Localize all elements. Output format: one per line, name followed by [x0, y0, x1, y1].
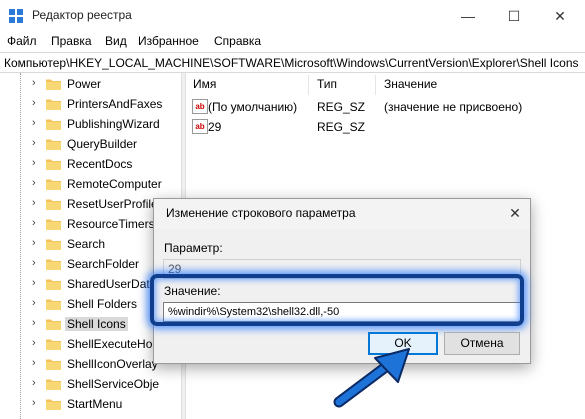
folder-icon [46, 159, 61, 170]
tree-item-label: ShellIconOverlay [67, 357, 158, 371]
chevron-right-icon[interactable]: › [32, 397, 36, 409]
chevron-right-icon[interactable]: › [32, 317, 36, 329]
menu-bar: Файл Правка Вид Избранное Справка [0, 32, 585, 52]
tree-item[interactable]: › RecentDocs [28, 154, 181, 174]
tree-item-label: ShellExecuteHo [67, 337, 153, 351]
chevron-right-icon[interactable]: › [32, 297, 36, 309]
folder-icon [46, 139, 61, 150]
column-header-value[interactable]: Значение [384, 77, 437, 95]
chevron-right-icon[interactable]: › [32, 197, 36, 209]
folder-icon [46, 259, 61, 270]
regedit-app-icon [9, 9, 23, 23]
address-bar[interactable]: Компьютер\HKEY_LOCAL_MACHINE\SOFTWARE\Mi… [0, 52, 585, 73]
window-title: Редактор реестра [32, 8, 132, 22]
tree-item-label: StartMenu [67, 397, 123, 411]
tree-item-label: SearchFolder [67, 257, 140, 271]
tree-item[interactable]: › QueryBuilder [28, 134, 181, 154]
tree-item[interactable]: › PrintersAndFaxes [28, 94, 181, 114]
tree-item[interactable]: › Power [28, 74, 181, 94]
menu-favorites[interactable]: Избранное [138, 34, 199, 48]
menu-file[interactable]: Файл [7, 34, 37, 48]
row-value: (значение не присвоено) [384, 100, 523, 114]
chevron-right-icon[interactable]: › [32, 217, 36, 229]
chevron-right-icon[interactable]: › [32, 377, 36, 389]
maximize-button[interactable]: ☐ [491, 0, 537, 32]
tree-item[interactable]: › RemoteComputer [28, 174, 181, 194]
chevron-right-icon[interactable]: › [32, 357, 36, 369]
string-value-icon: ab [192, 119, 208, 134]
folder-icon [46, 399, 61, 410]
tree-item[interactable]: › StartMenu [28, 394, 181, 414]
column-header-name[interactable]: Имя [193, 77, 216, 95]
pointer-arrow-icon [333, 348, 410, 408]
folder-icon [46, 359, 61, 370]
list-row[interactable]: ab (По умолчанию) REG_SZ (значение не пр… [186, 97, 585, 117]
folder-icon [46, 99, 61, 110]
folder-icon [46, 219, 61, 230]
tree-item-label: ShellServiceObje [67, 377, 160, 391]
folder-icon [46, 379, 61, 390]
column-separator[interactable] [375, 75, 376, 95]
minimize-button[interactable]: — [445, 0, 491, 32]
close-button[interactable]: ✕ [537, 0, 583, 32]
tree-item-label: Power [67, 77, 102, 91]
folder-icon [46, 319, 61, 330]
chevron-right-icon[interactable]: › [32, 117, 36, 129]
column-separator[interactable] [308, 75, 309, 95]
row-name: 29 [208, 120, 222, 134]
folder-icon [46, 239, 61, 250]
list-row[interactable]: ab 29 REG_SZ [186, 117, 585, 137]
tree-item-label: SharedUserData [67, 277, 157, 291]
tree-item[interactable]: › PublishingWizard [28, 114, 181, 134]
chevron-right-icon[interactable]: › [32, 337, 36, 349]
chevron-right-icon[interactable]: › [32, 137, 36, 149]
folder-icon [46, 339, 61, 350]
tree-item-label: Shell Folders [67, 297, 138, 311]
chevron-right-icon[interactable]: › [32, 177, 36, 189]
tree-item-label: RemoteComputer [67, 177, 162, 191]
highlight-frame [150, 274, 524, 326]
menu-help[interactable]: Справка [214, 34, 261, 48]
menu-edit[interactable]: Правка [51, 34, 92, 48]
tree-item-label: QueryBuilder [67, 137, 138, 151]
dialog-close-button[interactable]: ✕ [504, 202, 526, 224]
folder-icon [46, 199, 61, 210]
tree-item-label: Search [67, 237, 106, 251]
tree-guide-line [20, 73, 21, 419]
chevron-right-icon[interactable]: › [32, 257, 36, 269]
column-header-type[interactable]: Тип [317, 77, 337, 95]
folder-icon [46, 79, 61, 90]
folder-icon [46, 119, 61, 130]
chevron-right-icon[interactable]: › [32, 157, 36, 169]
chevron-right-icon[interactable]: › [32, 77, 36, 89]
row-type: REG_SZ [317, 100, 366, 114]
address-path[interactable]: Компьютер\HKEY_LOCAL_MACHINE\SOFTWARE\Mi… [4, 56, 579, 70]
tree-item-label: Shell Icons [65, 317, 128, 331]
folder-icon [46, 179, 61, 190]
title-bar: Редактор реестра — ☐ ✕ [0, 0, 585, 32]
tree-item-label: RecentDocs [67, 157, 133, 171]
dialog-title: Изменение строкового параметра [166, 206, 356, 220]
folder-icon [46, 299, 61, 310]
tree-item-label: PublishingWizard [67, 117, 160, 131]
chevron-right-icon[interactable]: › [32, 237, 36, 249]
row-type: REG_SZ [317, 120, 366, 134]
tree-item-label: PrintersAndFaxes [67, 97, 163, 111]
param-label: Параметр: [164, 241, 223, 255]
tree-item[interactable]: ›StartPage [28, 414, 181, 419]
string-value-icon: ab [192, 99, 208, 114]
menu-view[interactable]: Вид [105, 34, 127, 48]
chevron-right-icon[interactable]: › [32, 277, 36, 289]
folder-icon [46, 279, 61, 290]
row-name: (По умолчанию) [208, 100, 298, 114]
chevron-right-icon[interactable]: › [32, 97, 36, 109]
tree-item[interactable]: › ShellServiceObje [28, 374, 181, 394]
cancel-button[interactable]: Отмена [444, 332, 520, 355]
tree-item-label: ResourceTimers [67, 217, 155, 231]
